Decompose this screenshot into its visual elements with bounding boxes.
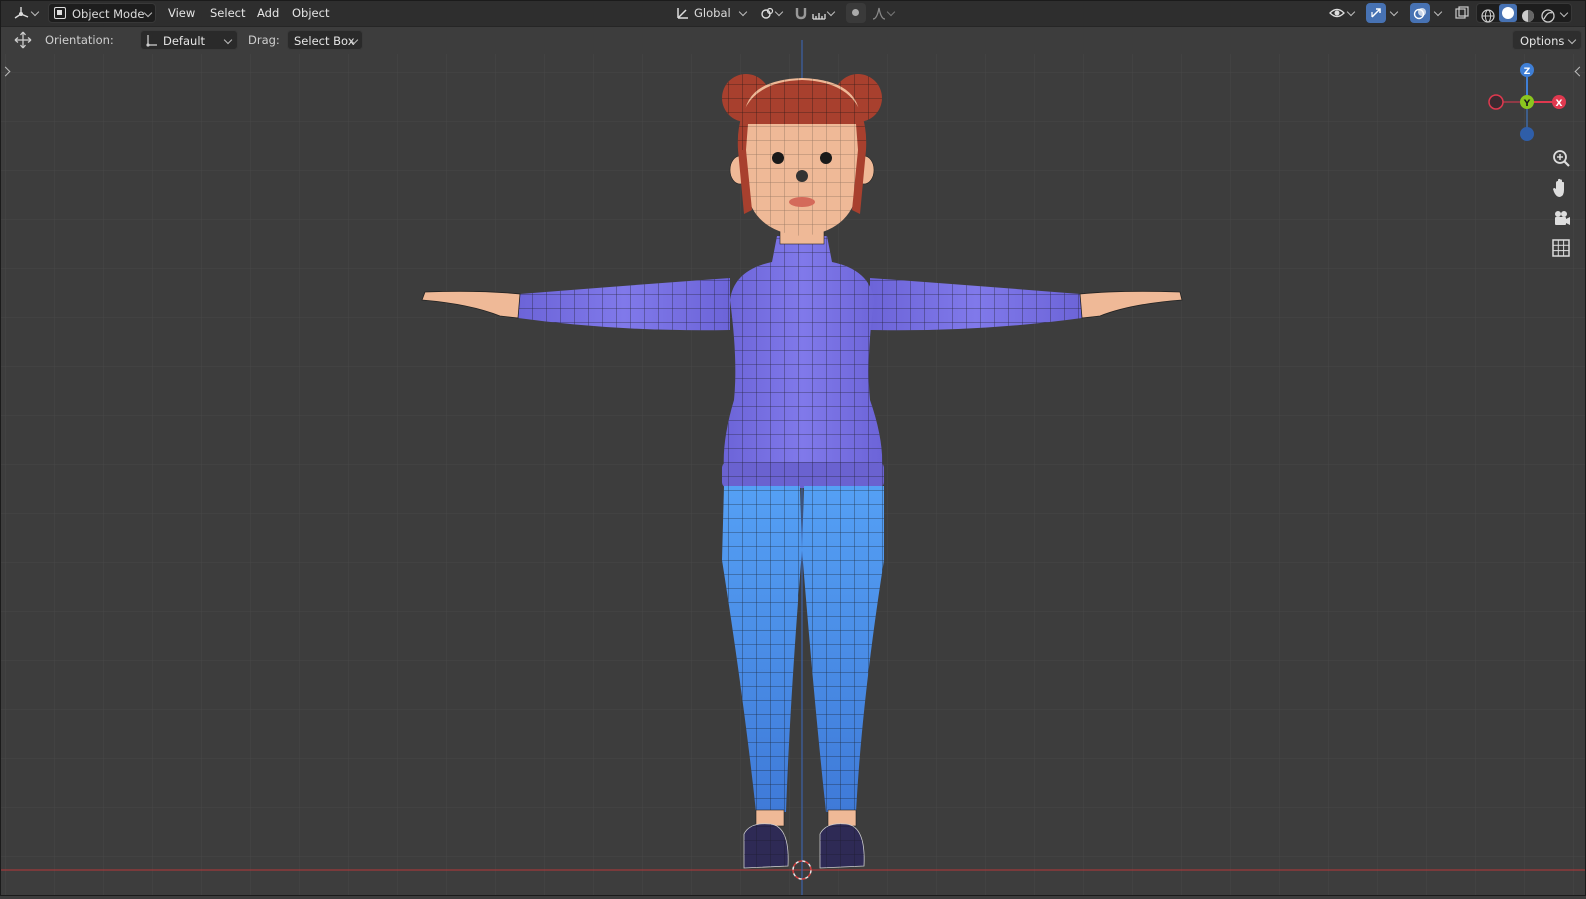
area-border <box>0 0 1586 896</box>
